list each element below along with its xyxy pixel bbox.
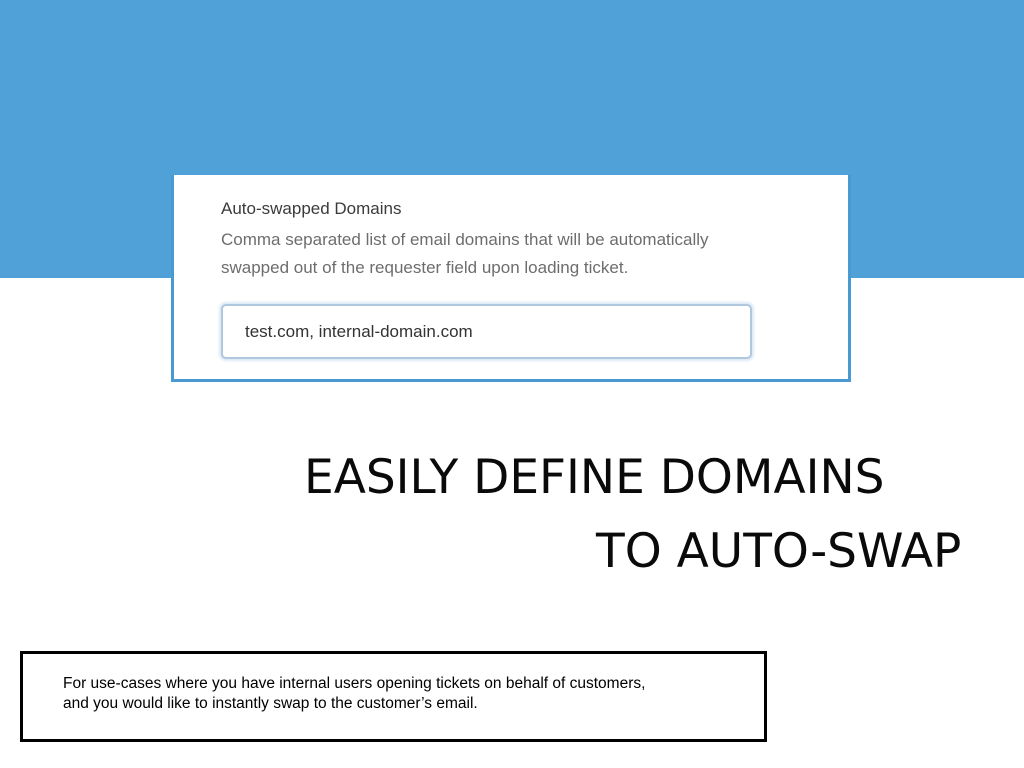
auto-swapped-domains-help-text: Comma separated list of email domains th…	[221, 230, 709, 277]
info-box: For use-cases where you have internal us…	[20, 651, 767, 742]
auto-swapped-domains-input[interactable]	[221, 304, 752, 359]
auto-swapped-domains-label: Auto-swapped Domains	[221, 199, 402, 218]
settings-card: Auto-swapped Domains Comma separated lis…	[171, 175, 851, 382]
headline-line-2: TO AUTO-SWAP	[596, 524, 962, 579]
info-text-line-2: and you would like to instantly swap to …	[63, 695, 478, 712]
headline-line-1: EASILY DEFINE DOMAINS	[304, 450, 885, 505]
info-text: For use-cases where you have internal us…	[63, 674, 734, 714]
info-text-line-1: For use-cases where you have internal us…	[63, 675, 646, 692]
